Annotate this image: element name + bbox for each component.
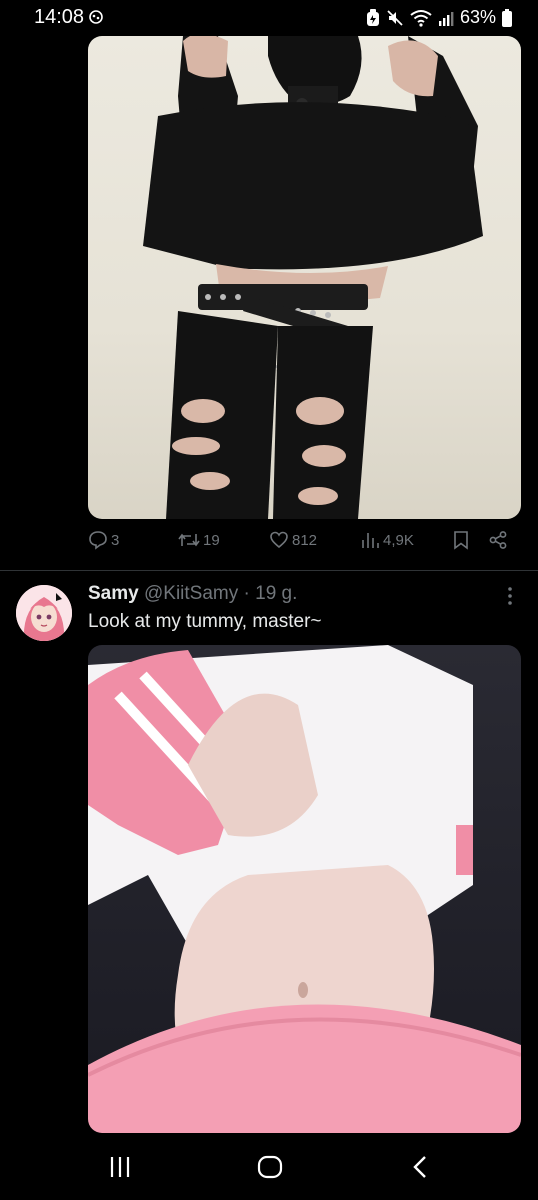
- tweet-time[interactable]: 19 g.: [255, 583, 297, 604]
- views-count: 4,9K: [383, 531, 414, 549]
- analytics-icon: [360, 530, 380, 550]
- back-icon[interactable]: [410, 1154, 430, 1185]
- like-count: 812: [292, 531, 318, 549]
- tweet-text: Look at my tummy, master~: [88, 611, 322, 632]
- tweet-action-bar: 3 19 812 4,9K: [88, 530, 521, 560]
- display-name[interactable]: Samy: [88, 583, 139, 604]
- like-button[interactable]: 812: [269, 530, 317, 550]
- battery-icon: [502, 8, 512, 27]
- wifi-icon: [410, 9, 432, 27]
- recent-apps-icon[interactable]: [108, 1154, 132, 1185]
- bookmark-button[interactable]: [452, 530, 470, 550]
- tweet-divider: [0, 570, 538, 571]
- saver-icon: [366, 8, 380, 27]
- bookmark-icon: [452, 530, 470, 550]
- retweet-icon: [178, 530, 200, 550]
- tweet-image[interactable]: [88, 36, 521, 519]
- status-time: 14:08: [34, 6, 85, 28]
- tweet-image[interactable]: [88, 645, 521, 1133]
- reply-icon: [88, 530, 108, 550]
- user-handle[interactable]: @KiitSamy: [144, 583, 238, 604]
- home-icon[interactable]: [257, 1154, 283, 1185]
- status-bar: 14:08 63%: [0, 0, 538, 36]
- gallery-notification-icon: [88, 9, 104, 25]
- separator-dot: ·: [243, 583, 250, 604]
- avatar[interactable]: [16, 585, 72, 641]
- views-button[interactable]: 4,9K: [360, 530, 414, 550]
- signal-icon: [438, 10, 454, 26]
- android-nav-bar: [0, 1140, 538, 1200]
- share-icon: [488, 530, 508, 550]
- tweet-header: Samy @KiitSamy · 19 g.: [88, 583, 297, 605]
- reply-count: 3: [111, 531, 120, 549]
- retweet-count: 19: [203, 531, 220, 549]
- more-options-icon[interactable]: [505, 586, 515, 611]
- reply-button[interactable]: 3: [88, 530, 119, 550]
- heart-icon: [269, 530, 289, 550]
- battery-percent: 63%: [459, 7, 496, 27]
- share-button[interactable]: [488, 530, 508, 550]
- mute-icon: [386, 9, 404, 27]
- retweet-button[interactable]: 19: [178, 530, 220, 550]
